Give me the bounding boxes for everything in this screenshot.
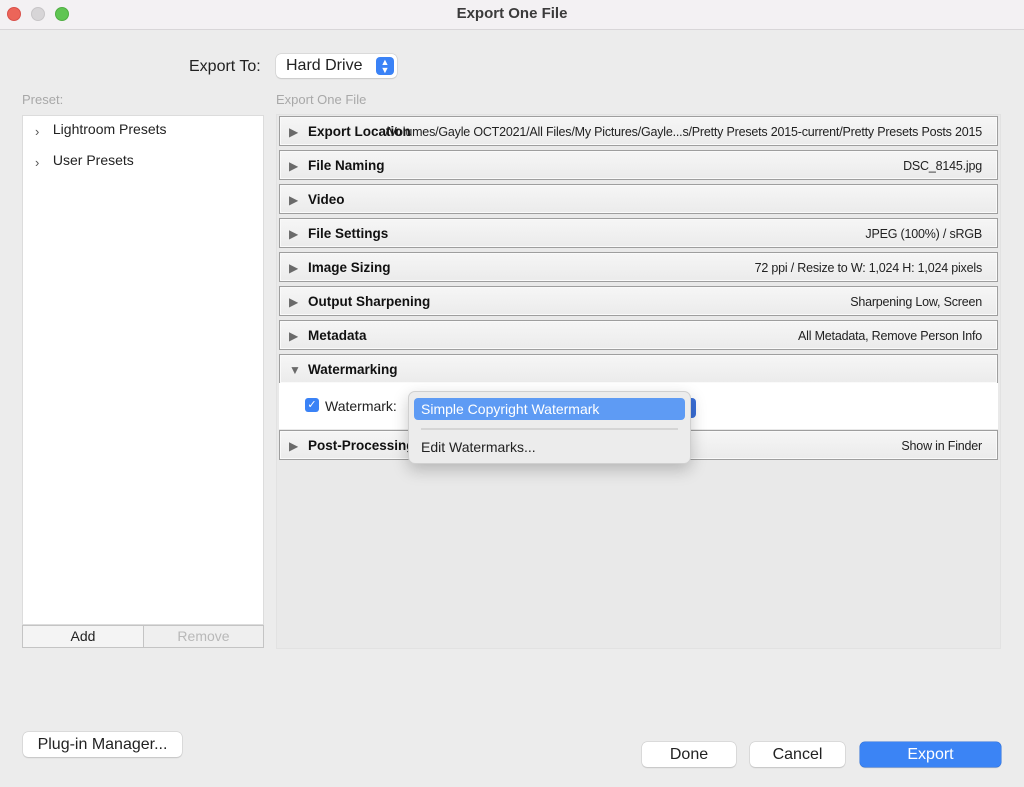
disclosure-triangle-icon: ▶ [289,295,299,309]
section-title: Metadata [308,328,367,343]
disclosure-triangle-icon: ▶ [289,227,299,241]
preset-item-label: Lightroom Presets [52,121,167,137]
updown-chevron-icon: ▲ ▼ [376,57,394,75]
section-summary: Show in Finder [901,439,982,453]
menu-item-simple-copyright-watermark[interactable]: Simple Copyright Watermark [414,398,685,420]
section-title: File Naming [308,158,385,173]
disclosure-triangle-expanded-icon: ▼ [289,363,301,377]
add-preset-button[interactable]: Add [22,625,144,648]
watermark-checkbox[interactable]: ✓ [305,398,319,412]
export-button[interactable]: Export [860,742,1001,767]
done-button[interactable]: Done [642,742,736,767]
section-file-settings[interactable]: ▶ File Settings JPEG (100%) / sRGB [279,218,998,248]
export-section-label: Export One File [276,92,367,107]
watermark-dropdown-menu: Simple Copyright Watermark Edit Watermar… [408,391,691,464]
menu-item-edit-watermarks[interactable]: Edit Watermarks... [421,439,536,455]
section-title: Video [308,192,345,207]
section-metadata[interactable]: ▶ Metadata All Metadata, Remove Person I… [279,320,998,350]
section-output-sharpening[interactable]: ▶ Output Sharpening Sharpening Low, Scre… [279,286,998,316]
section-summary: /Volumes/Gayle OCT2021/All Files/My Pict… [385,125,982,139]
export-to-select[interactable]: Hard Drive ▲ ▼ [276,54,397,78]
section-export-location[interactable]: ▶ Export Location /Volumes/Gayle OCT2021… [279,116,998,146]
preset-list: › Lightroom Presets › User Presets [22,115,264,625]
cancel-button[interactable]: Cancel [750,742,845,767]
export-to-value: Hard Drive [286,57,363,74]
plugin-manager-button[interactable]: Plug-in Manager... [23,732,182,757]
disclosure-triangle-icon: ▶ [289,159,299,173]
section-watermarking[interactable]: ▼ Watermarking [279,354,998,384]
disclosure-triangle-icon: ▶ [289,125,299,139]
remove-preset-button[interactable]: Remove [143,625,264,648]
disclosure-triangle-icon: ▶ [289,193,299,207]
section-image-sizing[interactable]: ▶ Image Sizing 72 ppi / Resize to W: 1,0… [279,252,998,282]
disclosure-triangle-icon: ▶ [289,261,299,275]
section-summary: DSC_8145.jpg [903,159,982,173]
preset-label: Preset: [22,92,64,107]
watermark-label: Watermark: [325,398,397,414]
section-title: Post-Processing [308,438,415,453]
section-title: Image Sizing [308,260,391,275]
section-title: File Settings [308,226,389,241]
disclosure-triangle-icon: ▶ [289,439,299,453]
section-file-naming[interactable]: ▶ File Naming DSC_8145.jpg [279,150,998,180]
preset-item-user-presets[interactable]: › User Presets [35,152,134,170]
menu-separator [421,428,678,430]
section-video[interactable]: ▶ Video [279,184,998,214]
export-to-label: Export To: [189,58,261,75]
disclosure-triangle-icon: ▶ [289,329,299,343]
section-summary: 72 ppi / Resize to W: 1,024 H: 1,024 pix… [754,261,983,275]
chevron-right-icon: › [35,155,40,170]
section-summary: Sharpening Low, Screen [850,295,982,309]
section-summary: JPEG (100%) / sRGB [865,227,982,241]
chevron-right-icon: › [35,124,40,139]
section-title: Watermarking [308,362,398,377]
preset-item-lightroom-presets[interactable]: › Lightroom Presets [35,121,167,139]
preset-item-label: User Presets [52,152,134,168]
section-summary: All Metadata, Remove Person Info [798,329,982,343]
section-title: Output Sharpening [308,294,431,309]
window-title: Export One File [456,5,568,22]
title-bar: Export One File [0,0,1024,30]
